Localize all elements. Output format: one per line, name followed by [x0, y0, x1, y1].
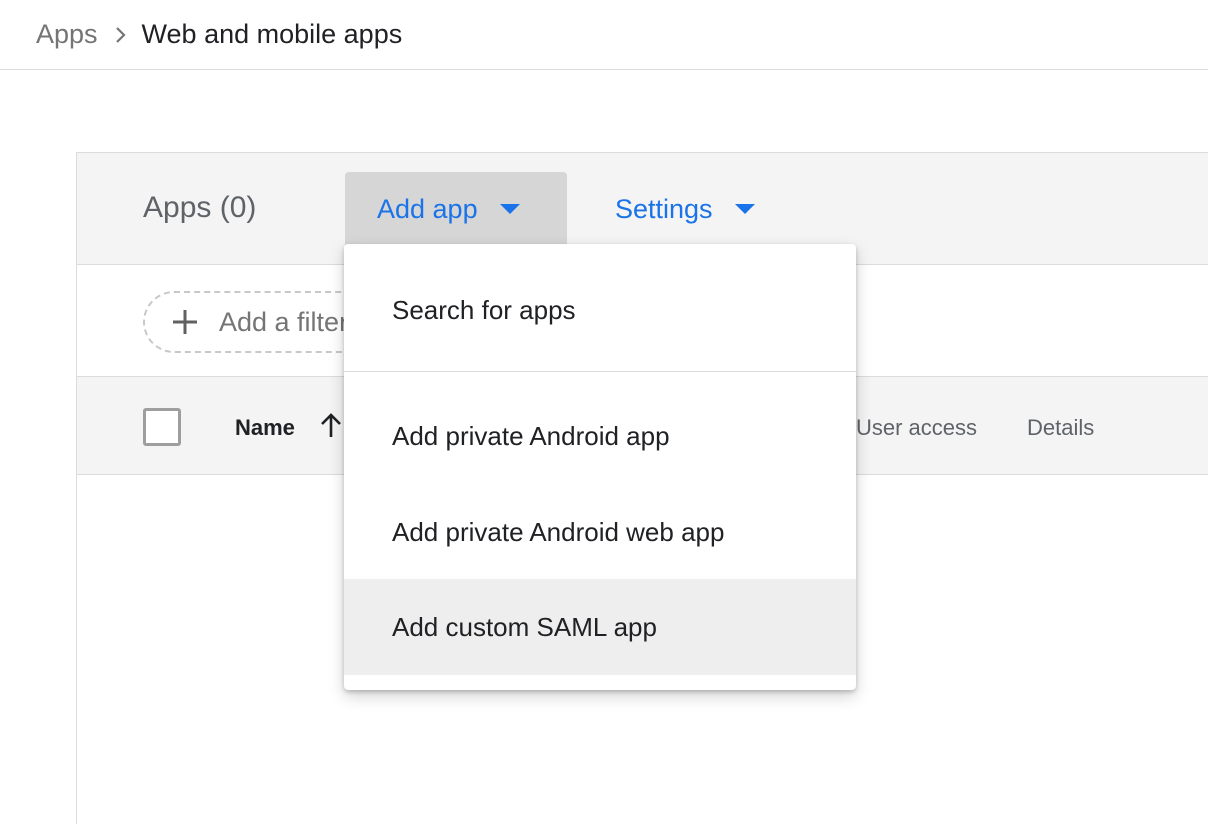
add-app-button[interactable]: Add app — [345, 172, 567, 246]
breadcrumb-current: Web and mobile apps — [141, 19, 403, 49]
menu-item-search-for-apps[interactable]: Search for apps — [344, 262, 856, 358]
settings-label: Settings — [615, 193, 713, 224]
chevron-right-icon — [114, 25, 128, 45]
menu-item-add-private-android-app[interactable]: Add private Android app — [344, 388, 856, 484]
add-filter-label: Add a filter — [219, 306, 349, 337]
column-header-user-access: User access — [856, 415, 978, 440]
page: Apps Web and mobile apps Apps (0) Add ap… — [0, 0, 1208, 824]
add-app-menu: Search for apps Add private Android app … — [344, 244, 856, 690]
caret-down-icon — [499, 204, 520, 214]
plus-icon — [171, 308, 199, 336]
caret-down-icon — [734, 204, 755, 214]
column-header-details: Details — [1027, 415, 1095, 440]
menu-item-add-private-android-web-app[interactable]: Add private Android web app — [344, 484, 856, 580]
menu-divider — [344, 371, 856, 372]
select-all-checkbox[interactable] — [143, 408, 181, 446]
breadcrumb: Apps Web and mobile apps — [0, 0, 1208, 70]
add-app-label: Add app — [377, 193, 478, 224]
apps-count-title: Apps (0) — [143, 191, 257, 224]
arrow-up-icon[interactable] — [319, 413, 343, 444]
menu-item-add-custom-saml-app[interactable]: Add custom SAML app — [344, 579, 856, 675]
breadcrumb-apps-link[interactable]: Apps — [36, 19, 98, 50]
settings-button[interactable]: Settings — [615, 172, 755, 246]
column-header-name[interactable]: Name — [235, 415, 295, 441]
